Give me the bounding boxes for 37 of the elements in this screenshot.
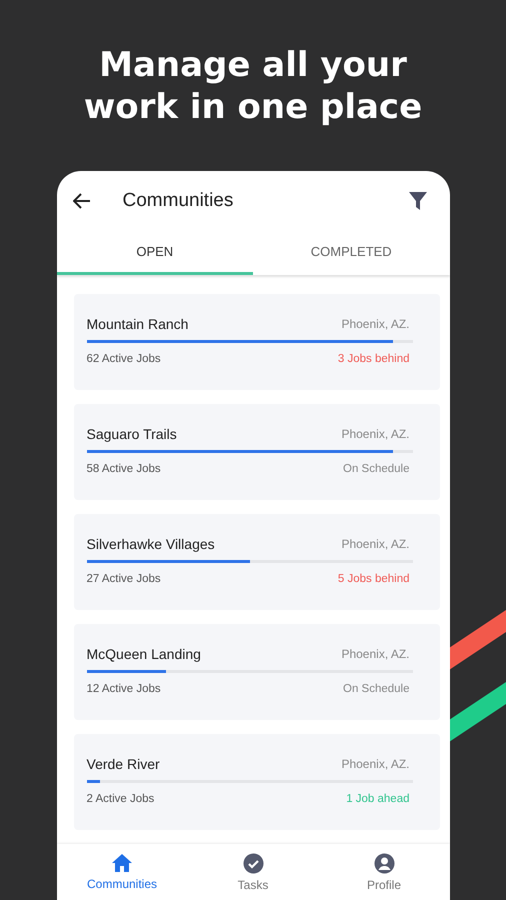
nav-item[interactable]: Profile	[318, 844, 450, 900]
community-card[interactable]: Verde River Phoenix, AZ. 2 Active Jobs 1 Job ahead	[74, 734, 440, 830]
community-location: Phoenix, AZ.	[341, 537, 410, 551]
schedule-status: 5 Jobs behind	[338, 573, 410, 585]
profile-icon	[374, 852, 394, 874]
community-name: Saguaro Trails	[86, 426, 177, 442]
community-card[interactable]: Saguaro Trails Phoenix, AZ. 58 Active Jobs On Schedule	[74, 404, 440, 500]
schedule-status: On Schedule	[343, 463, 410, 475]
schedule-status: 1 Job ahead	[346, 793, 410, 805]
schedule-status: On Schedule	[343, 683, 410, 695]
community-location: Phoenix, AZ.	[341, 757, 410, 771]
home-icon	[111, 853, 133, 873]
community-location: Phoenix, AZ.	[341, 647, 410, 661]
filter-icon[interactable]	[408, 191, 428, 211]
tab[interactable]: COMPLETED	[253, 231, 450, 275]
nav-item[interactable]: Communities	[56, 844, 188, 900]
active-jobs: 12 Active Jobs	[86, 683, 161, 695]
screen-title: Communities	[122, 190, 234, 212]
active-jobs: 27 Active Jobs	[86, 573, 161, 585]
community-location: Phoenix, AZ.	[341, 427, 410, 441]
community-name: McQueen Landing	[86, 646, 201, 662]
community-name: Silverhawke Villages	[86, 536, 215, 552]
back-arrow-icon[interactable]	[72, 193, 90, 209]
community-card[interactable]: Silverhawke Villages Phoenix, AZ. 27 Active Jobs 5 Jobs behind	[74, 514, 440, 610]
community-card[interactable]: McQueen Landing Phoenix, AZ. 12 Active Jobs On Schedule	[74, 624, 440, 720]
schedule-status: 3 Jobs behind	[338, 353, 410, 365]
community-location: Phoenix, AZ.	[341, 317, 410, 331]
headline: Manage all your work in one place	[82, 44, 424, 128]
active-jobs: 2 Active Jobs	[86, 793, 154, 805]
tab[interactable]: OPEN	[56, 231, 253, 275]
check-circle-icon	[242, 852, 264, 874]
community-name: Verde River	[86, 756, 160, 772]
community-name: Mountain Ranch	[86, 316, 188, 332]
community-card[interactable]: Mountain Ranch Phoenix, AZ. 62 Active Jobs 3 Jobs behind	[74, 294, 440, 390]
active-jobs: 58 Active Jobs	[86, 463, 161, 475]
active-jobs: 62 Active Jobs	[86, 353, 161, 365]
nav-item[interactable]: Tasks	[188, 844, 318, 900]
